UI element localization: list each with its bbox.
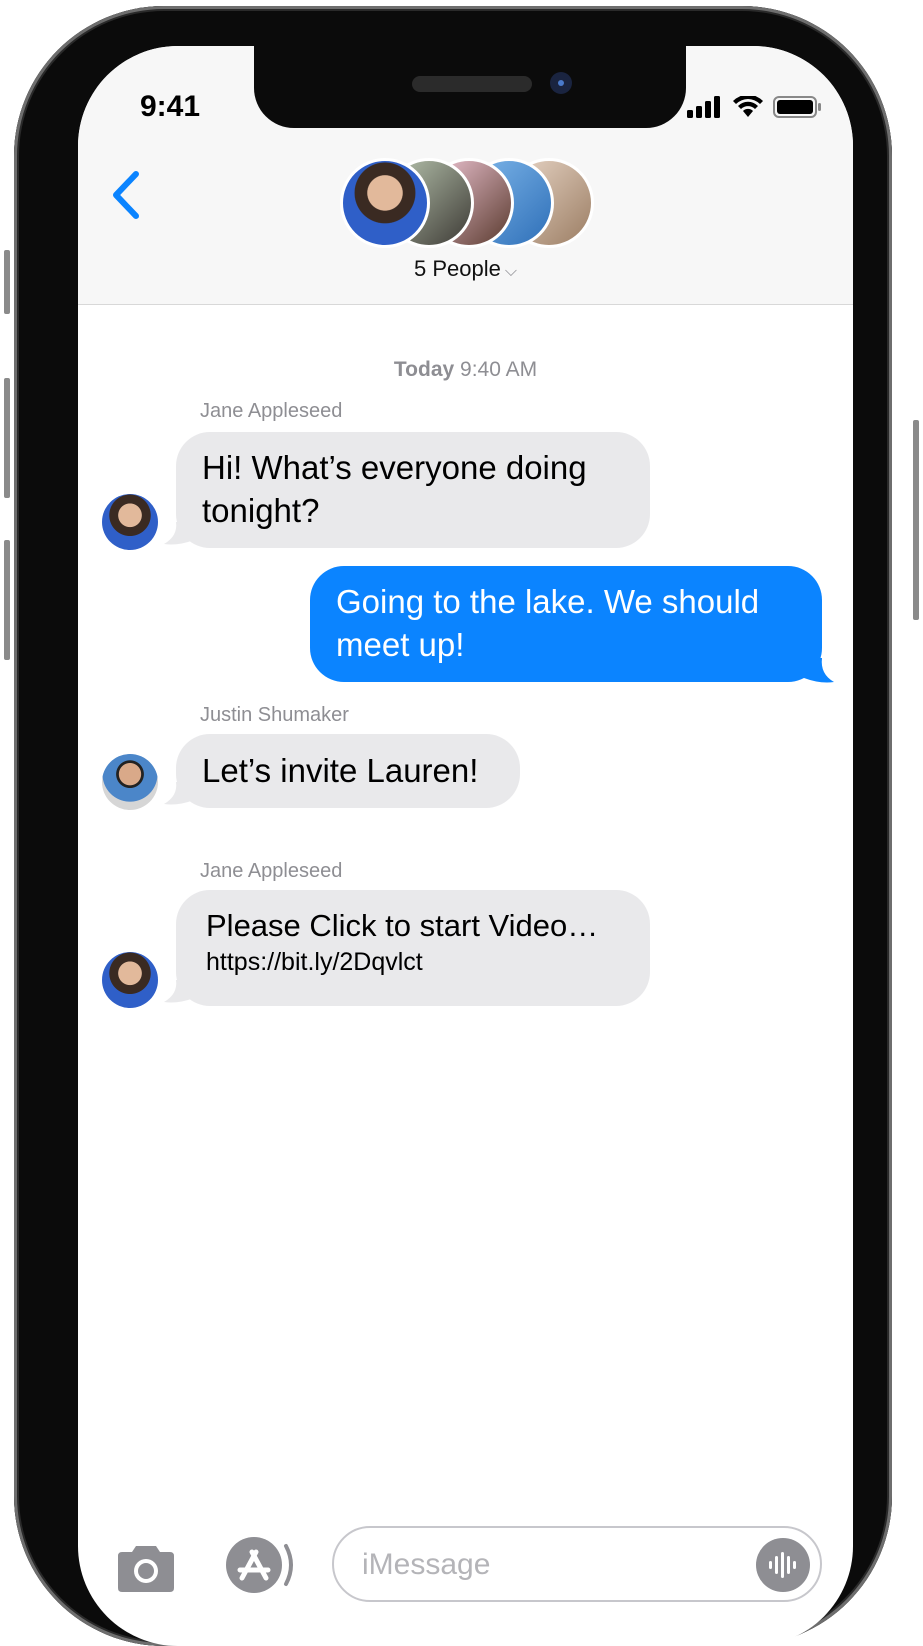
avatar[interactable] [102, 952, 158, 1008]
message-bubble[interactable]: Hi! What’s everyone doing tonight? [176, 432, 650, 548]
message-text-line: Let’s invite Lauren! [202, 752, 479, 789]
status-icons [687, 96, 823, 118]
battery-icon [773, 96, 821, 118]
side-button [913, 420, 919, 620]
avatar [340, 158, 430, 248]
imessage-placeholder: iMessage [362, 1548, 491, 1581]
group-label[interactable]: 5 People ⌵ [78, 256, 853, 282]
message-text-line: meet up! [336, 626, 465, 663]
status-time: 9:41 [140, 90, 201, 123]
timestamp-time: 9:40 AM [460, 358, 538, 381]
message-bubble[interactable]: Please Click to start Video… https://bit… [176, 890, 650, 1006]
message-text-line: tonight? [202, 492, 320, 529]
message-bubble-outgoing[interactable]: Going to the lake. We should meet up! [310, 566, 822, 682]
message-text: Please Click to start Video… [206, 908, 599, 943]
phone-frame: 9:41 5 People ⌵ Today 9:40 AM Jane Apple… [14, 6, 892, 1646]
screen: 9:41 5 People ⌵ Today 9:40 AM Jane Apple… [78, 46, 853, 1646]
cellular-signal-icon [687, 96, 720, 118]
wifi-icon [733, 96, 763, 117]
imessage-input[interactable]: iMessage [332, 1526, 822, 1602]
bubble-tail [804, 658, 834, 683]
message-text-line: Hi! What’s everyone doing [202, 449, 587, 486]
device-notch [254, 46, 686, 128]
chevron-down-icon: ⌵ [504, 263, 517, 280]
message-timestamp: Today 9:40 AM [78, 358, 853, 382]
timestamp-day: Today [393, 358, 455, 381]
camera-icon[interactable] [114, 1544, 178, 1594]
waveform-glyph [769, 1552, 796, 1578]
front-camera [550, 72, 572, 94]
mute-switch [4, 250, 10, 314]
message-link[interactable]: https://bit.ly/2Dqvlct [206, 946, 620, 978]
audio-waveform-icon[interactable] [756, 1538, 810, 1592]
volume-up-button [4, 378, 10, 498]
sender-name: Jane Appleseed [200, 860, 343, 882]
group-label-text: 5 People [414, 256, 501, 281]
app-store-icon[interactable] [222, 1534, 302, 1596]
avatar[interactable] [102, 494, 158, 550]
message-bubble[interactable]: Let’s invite Lauren! [176, 734, 520, 808]
group-avatars[interactable] [340, 158, 600, 248]
volume-down-button [4, 540, 10, 660]
speaker-grille [412, 76, 532, 92]
message-text-line: Going to the lake. We should [336, 583, 760, 620]
sender-name: Justin Shumaker [200, 704, 349, 726]
avatar[interactable] [102, 754, 158, 810]
sender-name: Jane Appleseed [200, 400, 343, 422]
chevron-left-icon[interactable] [108, 170, 148, 220]
